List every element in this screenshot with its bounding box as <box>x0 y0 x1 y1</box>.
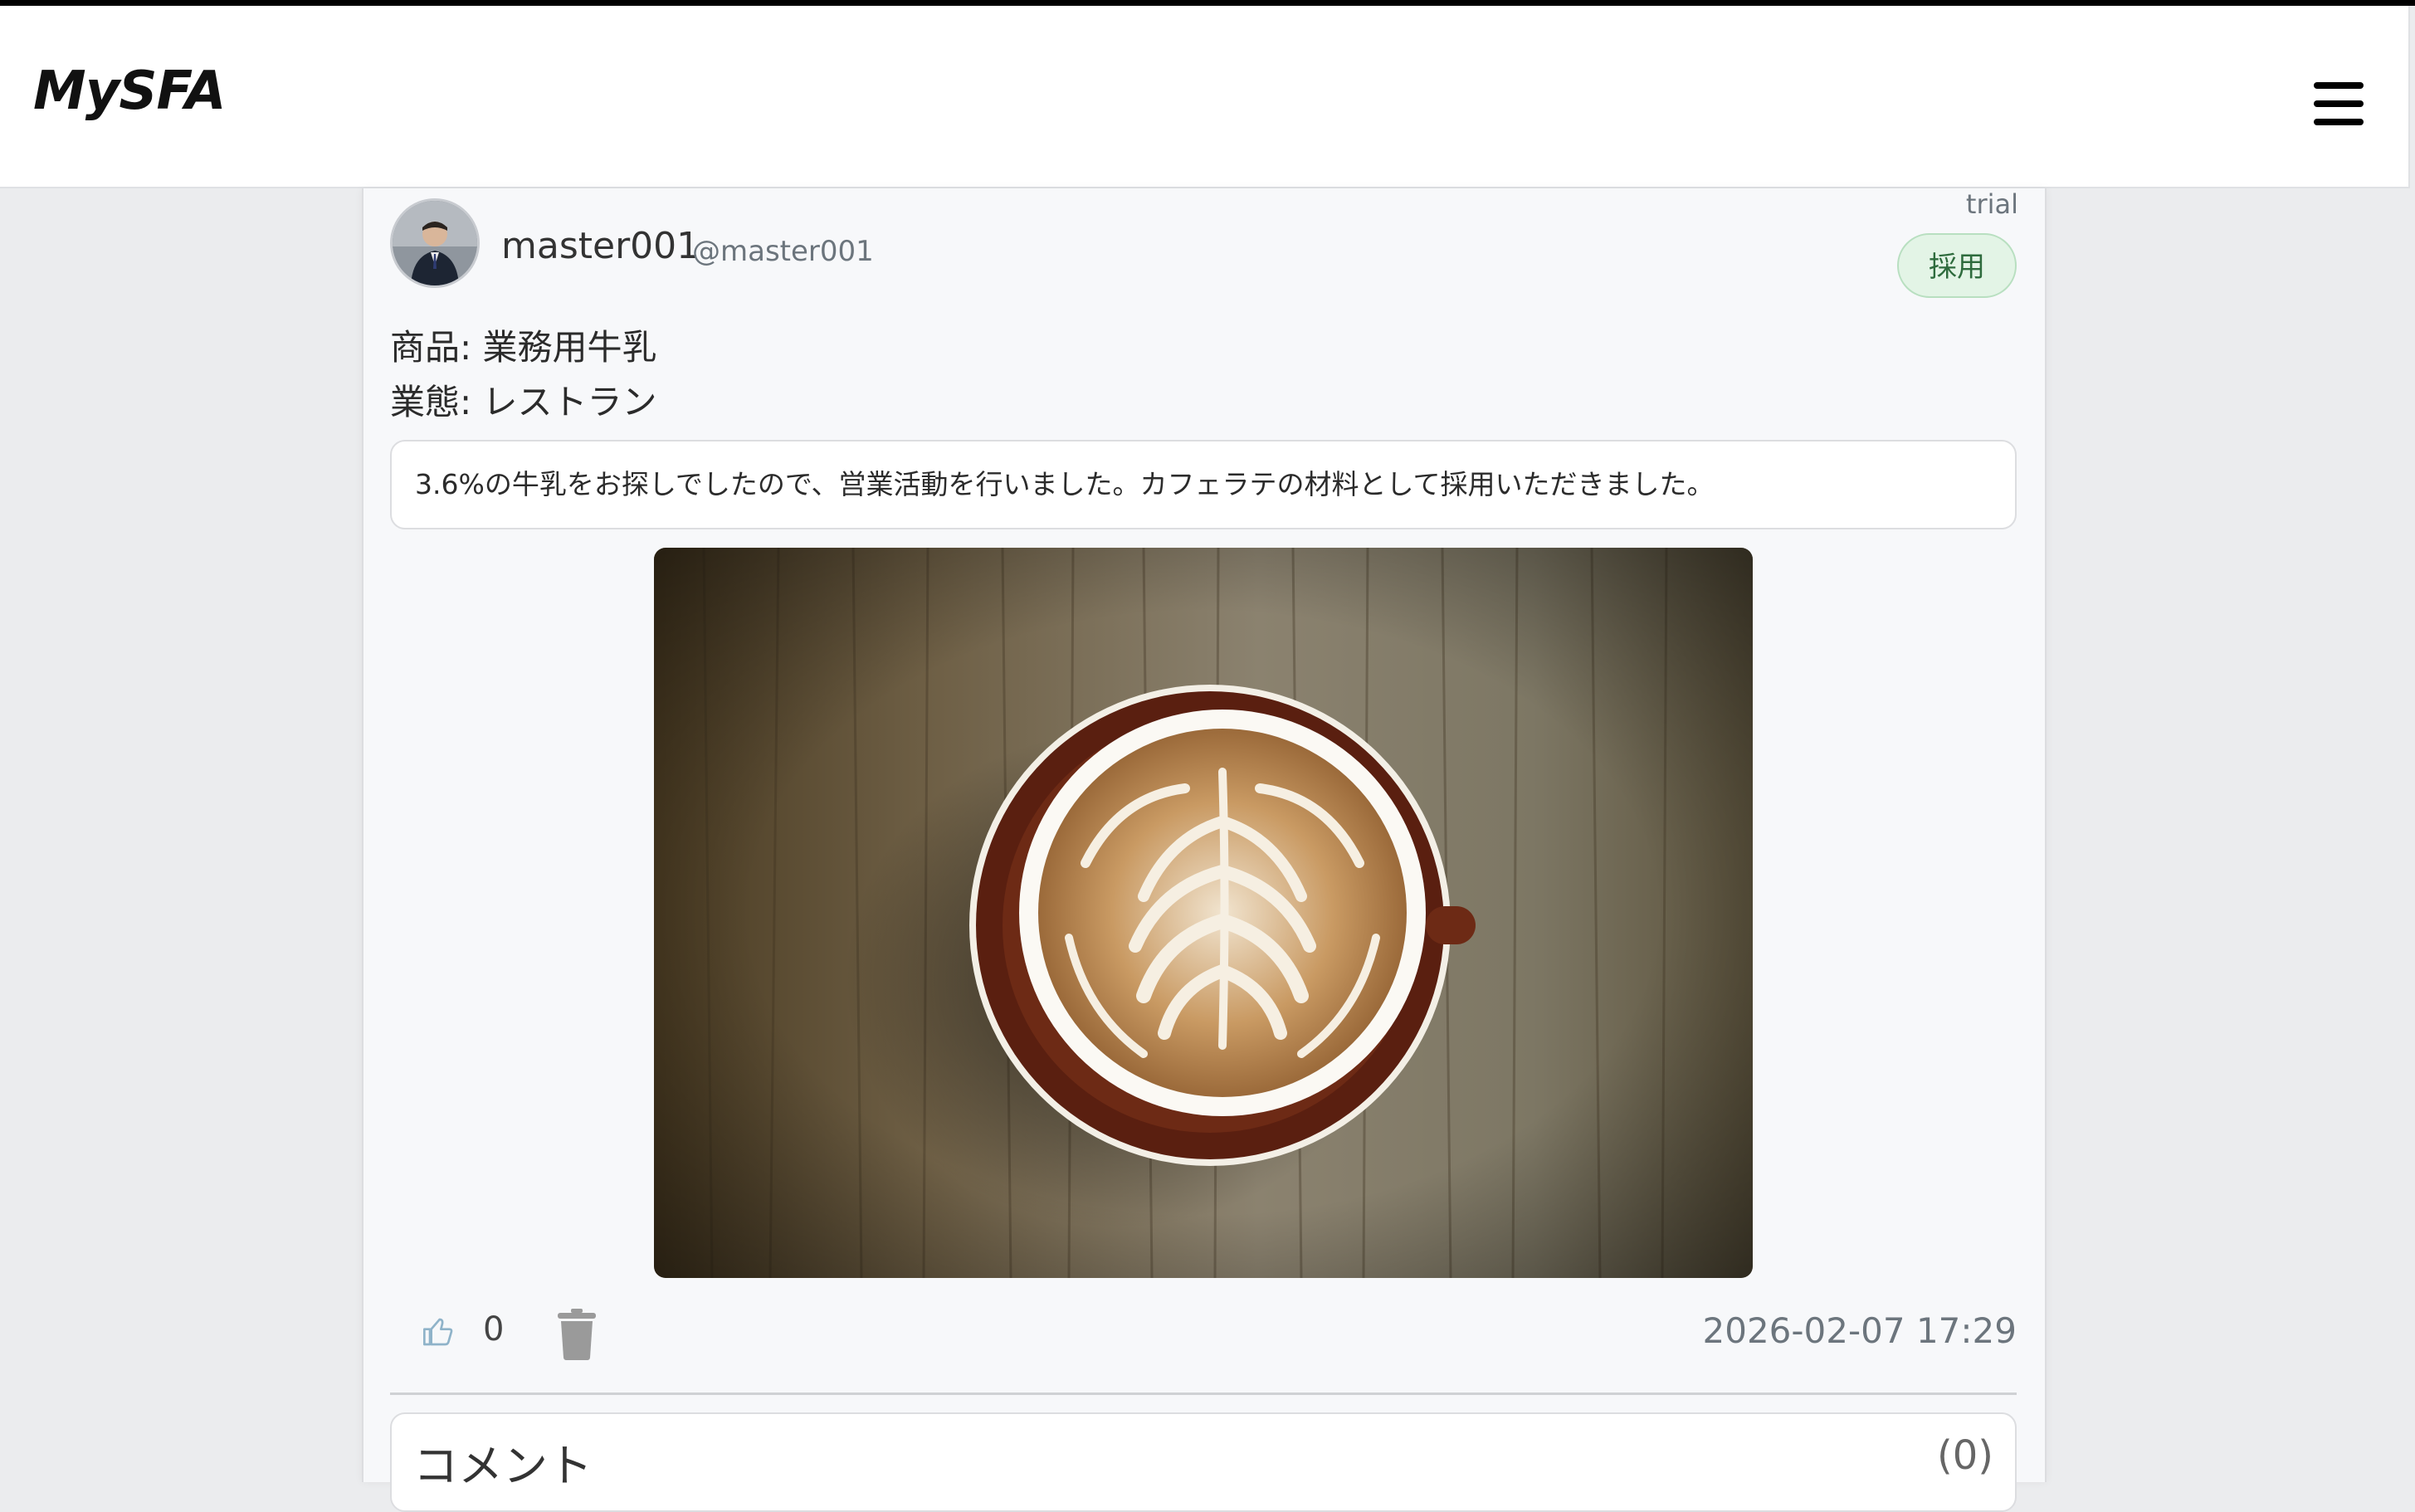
product-line: 商品: 業務用牛乳 <box>390 327 657 368</box>
brand-logo[interactable]: MySFA <box>33 61 226 122</box>
comments-count: (0) <box>1937 1432 1993 1479</box>
navbar: MySFA <box>0 6 2410 188</box>
comments-panel[interactable]: コメント (0) <box>390 1412 2017 1512</box>
avatar-image <box>393 201 477 285</box>
post-photo[interactable] <box>654 548 1753 1278</box>
user-handle: @master001 <box>692 235 874 268</box>
post-message: 3.6%の牛乳をお探しでしたので、営業活動を行いました。カフェラテの材料として採… <box>390 440 2017 529</box>
latte-photo <box>654 548 1753 1278</box>
avatar[interactable] <box>390 198 480 288</box>
thumbs-up-icon[interactable] <box>422 1315 455 1349</box>
divider <box>390 1393 2017 1395</box>
plan-label: trial <box>1965 188 2018 220</box>
post-timestamp: 2026-02-07 17:29 <box>1702 1310 2017 1351</box>
hamburger-bar <box>2314 119 2364 125</box>
hamburger-bar <box>2314 82 2364 89</box>
status-badge: 採用 <box>1897 233 2017 298</box>
comments-title: コメント <box>413 1440 593 1492</box>
user-display-name[interactable]: master001 <box>501 225 700 267</box>
like-count: 0 <box>483 1310 505 1349</box>
post-card: trial 採用 master001 @master001 商品: 業務用牛乳 … <box>362 188 2047 1512</box>
business-line: 業態: レストラン <box>390 382 657 422</box>
trash-icon[interactable] <box>556 1309 598 1360</box>
hamburger-menu-icon[interactable] <box>2314 80 2364 127</box>
top-border <box>0 0 2415 6</box>
hamburger-bar <box>2314 100 2364 107</box>
